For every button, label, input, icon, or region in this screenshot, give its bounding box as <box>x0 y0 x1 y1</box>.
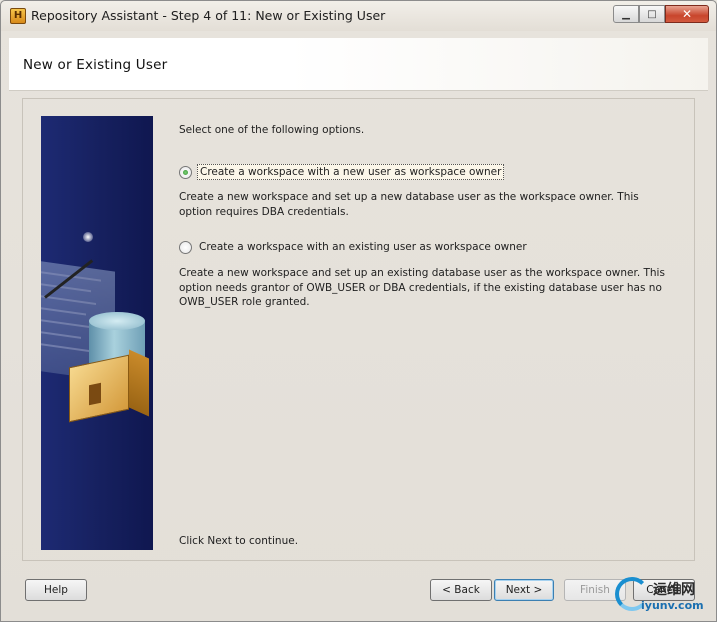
description-line: Create a new workspace and set up an exi… <box>179 267 665 279</box>
option-existing-user[interactable]: Create a workspace with an existing user… <box>179 240 529 254</box>
page-title: New or Existing User <box>23 57 168 73</box>
footer-note: Click Next to continue. <box>179 535 299 547</box>
description-line: Create a new workspace and set up a new … <box>179 191 639 203</box>
sparkle-graphic <box>83 232 93 242</box>
back-button[interactable]: < Back <box>430 579 492 601</box>
window-controls: ▁ □ ✕ <box>613 5 709 23</box>
radio-new-user[interactable] <box>179 165 192 179</box>
option-existing-user-label[interactable]: Create a workspace with an existing user… <box>197 240 529 254</box>
finish-button: Finish <box>564 579 626 601</box>
radio-existing-user[interactable] <box>179 240 192 254</box>
option-new-user-label[interactable]: Create a workspace with a new user as wo… <box>197 164 505 180</box>
maximize-button[interactable]: □ <box>639 5 665 23</box>
window-title: Repository Assistant - Step 4 of 11: New… <box>31 8 386 23</box>
app-icon: H <box>10 8 26 24</box>
option-new-user[interactable]: Create a workspace with a new user as wo… <box>179 164 505 180</box>
option-existing-user-description: Create a new workspace and set up an exi… <box>179 266 679 310</box>
close-button[interactable]: ✕ <box>665 5 709 23</box>
description-line: OWB_USER role granted. <box>179 296 310 308</box>
description-line: option needs grantor of OWB_USER or DBA … <box>179 281 662 294</box>
database-cylinder-top <box>89 312 145 330</box>
cancel-button[interactable]: Cancel <box>633 579 695 601</box>
building-door-graphic <box>89 382 101 406</box>
description-line: option requires DBA credentials. <box>179 205 349 218</box>
help-button[interactable]: Help <box>25 579 87 601</box>
wizard-window: H Repository Assistant - Step 4 of 11: N… <box>0 0 717 622</box>
wizard-illustration <box>41 116 153 550</box>
building-side-graphic <box>129 349 149 417</box>
minimize-button[interactable]: ▁ <box>613 5 639 23</box>
header-band: New or Existing User <box>9 38 708 91</box>
option-new-user-description: Create a new workspace and set up a new … <box>179 190 679 219</box>
intro-text: Select one of the following options. <box>179 124 365 136</box>
title-bar[interactable]: H Repository Assistant - Step 4 of 11: N… <box>1 1 716 31</box>
next-button[interactable]: Next > <box>494 579 554 601</box>
